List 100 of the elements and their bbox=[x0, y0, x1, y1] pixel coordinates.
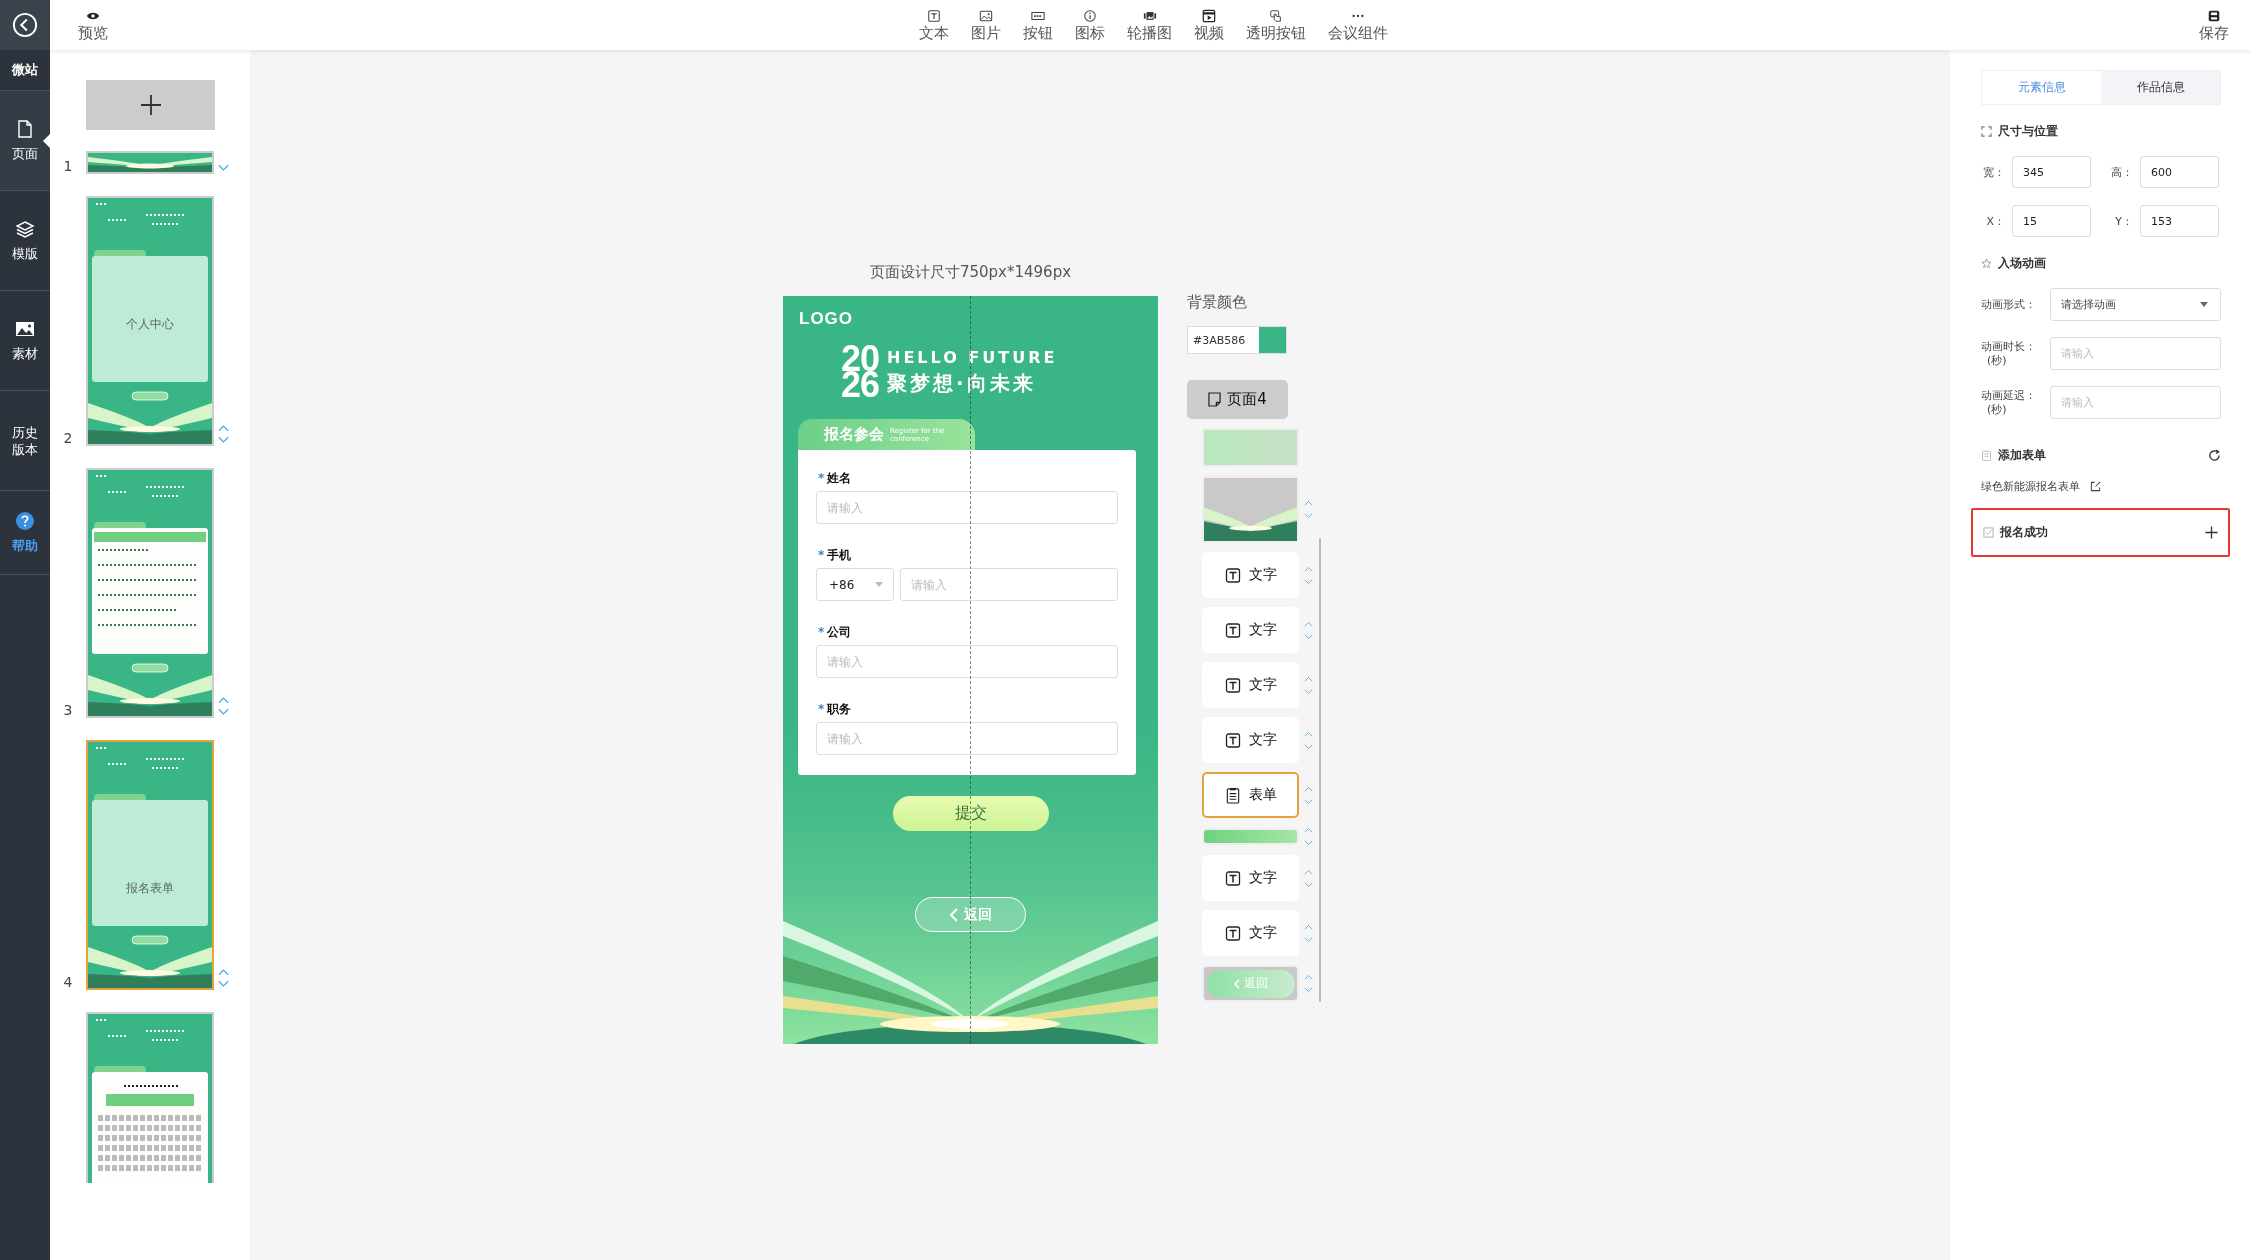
canvas-size-caption: 页面设计尺寸750px*1496px bbox=[869, 262, 1072, 282]
page-number: 2 bbox=[63, 430, 73, 446]
edit-icon[interactable] bbox=[2090, 481, 2101, 492]
country-code-select[interactable]: +86 bbox=[816, 568, 894, 601]
move-down-icon[interactable] bbox=[218, 708, 229, 716]
move-up-icon[interactable] bbox=[1303, 868, 1313, 875]
panel-tab[interactable]: 作品信息 bbox=[2101, 71, 2220, 104]
input-field[interactable]: 请输入 bbox=[816, 722, 1118, 755]
move-down-icon[interactable] bbox=[1303, 513, 1313, 519]
image-icon bbox=[979, 8, 993, 23]
thumbnail-caption: 个人中心 bbox=[125, 316, 175, 333]
caret-icon bbox=[875, 582, 883, 587]
background-color-label: 背景颜色 bbox=[1187, 292, 1248, 312]
plus-icon bbox=[138, 93, 163, 117]
plus-icon[interactable] bbox=[2205, 526, 2218, 539]
move-up-icon[interactable] bbox=[1303, 620, 1313, 627]
move-up-icon[interactable] bbox=[1303, 974, 1313, 980]
move-up-icon[interactable] bbox=[1303, 565, 1313, 572]
input-field[interactable]: 请输入 bbox=[2050, 337, 2221, 370]
field-label: 高： bbox=[2110, 164, 2134, 180]
move-up-icon[interactable] bbox=[1303, 923, 1313, 930]
move-down-icon[interactable] bbox=[1303, 798, 1313, 805]
move-up-icon[interactable] bbox=[1303, 785, 1313, 792]
page-thumbnail[interactable]: 个人中心 bbox=[86, 196, 214, 446]
color-field[interactable]: #3AB586 bbox=[1187, 326, 1287, 354]
input-field[interactable]: 请输入 bbox=[900, 568, 1118, 601]
move-down-icon[interactable] bbox=[1303, 936, 1313, 943]
field-label: Y： bbox=[2114, 213, 2134, 229]
text-icon bbox=[1224, 731, 1241, 749]
move-down-icon[interactable] bbox=[218, 436, 229, 444]
toolbar-button[interactable]: 轮播图 bbox=[1127, 8, 1172, 42]
required-mark: * bbox=[818, 471, 825, 485]
preview-button[interactable]: 预览 bbox=[78, 8, 108, 42]
required-mark: * bbox=[818, 625, 825, 639]
checkbox-icon bbox=[1983, 527, 1994, 538]
layer-item[interactable]: 文字 bbox=[1202, 855, 1299, 901]
text-icon bbox=[927, 8, 941, 23]
move-down-icon[interactable] bbox=[1303, 633, 1313, 640]
move-down-icon[interactable] bbox=[1303, 987, 1313, 993]
nav-item[interactable]: 页面 bbox=[0, 91, 50, 191]
layer-item[interactable]: 文字 bbox=[1202, 662, 1299, 708]
move-up-icon[interactable] bbox=[1303, 827, 1313, 833]
toolbar-button[interactable]: 图片 bbox=[971, 8, 1001, 42]
move-up-icon[interactable] bbox=[1303, 675, 1313, 682]
input-field[interactable]: 请输入 bbox=[816, 645, 1118, 678]
field-label: 动画延迟： bbox=[1981, 388, 2036, 403]
form-name: 绿色新能源报名表单 bbox=[1981, 479, 2080, 494]
section-title: 尺寸与位置 bbox=[1998, 123, 2058, 139]
input-field[interactable]: 345 bbox=[2012, 156, 2091, 188]
layer-item[interactable]: 表单 bbox=[1202, 772, 1299, 818]
caret-icon bbox=[2200, 302, 2208, 307]
move-up-icon[interactable] bbox=[1303, 730, 1313, 737]
field-label: 宽： bbox=[1982, 164, 2006, 180]
toolbar-button[interactable]: 视频 bbox=[1194, 8, 1224, 42]
animation-select[interactable]: 请选择动画 bbox=[2050, 288, 2221, 321]
video-icon bbox=[1202, 8, 1216, 23]
page-number: 1 bbox=[63, 158, 73, 174]
save-button[interactable]: 保存 bbox=[2199, 8, 2229, 42]
layer-item[interactable]: 文字 bbox=[1202, 910, 1299, 956]
move-down-icon[interactable] bbox=[1303, 743, 1313, 750]
move-up-icon[interactable] bbox=[1303, 500, 1313, 506]
move-down-icon[interactable] bbox=[1303, 840, 1313, 846]
scrollbar[interactable] bbox=[1319, 538, 1321, 1002]
clipboard-icon bbox=[1224, 786, 1241, 804]
toolbar-button[interactable]: 文本 bbox=[919, 8, 949, 42]
field-label: 公司 bbox=[827, 625, 852, 639]
toolbar-button[interactable]: 图标 bbox=[1075, 8, 1105, 42]
layer-item[interactable]: 文字 bbox=[1202, 552, 1299, 598]
input-field[interactable]: 请输入 bbox=[2050, 386, 2221, 419]
move-up-icon[interactable] bbox=[218, 968, 229, 976]
input-field[interactable]: 600 bbox=[2140, 156, 2219, 188]
move-down-icon[interactable] bbox=[1303, 688, 1313, 695]
layer-item[interactable]: 文字 bbox=[1202, 607, 1299, 653]
move-down-icon[interactable] bbox=[218, 980, 229, 988]
input-field[interactable]: 请输入 bbox=[816, 491, 1118, 524]
page-button[interactable]: 页面4 bbox=[1187, 380, 1288, 419]
field-label: 姓名 bbox=[827, 471, 852, 485]
move-down-icon[interactable] bbox=[1303, 578, 1313, 585]
required-mark: * bbox=[818, 548, 825, 562]
move-up-icon[interactable] bbox=[218, 696, 229, 704]
refresh-icon[interactable] bbox=[2208, 448, 2221, 462]
page-number: 4 bbox=[63, 974, 73, 990]
move-up-icon[interactable] bbox=[218, 424, 229, 432]
layer-item[interactable]: 文字 bbox=[1202, 717, 1299, 763]
toolbar-button[interactable]: 会议组件 bbox=[1328, 8, 1388, 42]
move-down-icon[interactable] bbox=[1303, 881, 1313, 888]
toolbar-button[interactable]: 透明按钮 bbox=[1246, 8, 1306, 42]
move-down-icon[interactable] bbox=[218, 164, 229, 172]
page-icon bbox=[1208, 392, 1222, 407]
page-thumbnail[interactable]: 报名表单 bbox=[86, 740, 214, 990]
toolbar-button[interactable]: 按钮 bbox=[1023, 8, 1053, 42]
text-icon bbox=[1224, 924, 1241, 942]
input-field[interactable]: 153 bbox=[2140, 205, 2219, 237]
success-row[interactable]: 报名成功 bbox=[1971, 508, 2230, 557]
page-number: 3 bbox=[63, 702, 73, 718]
color-swatch[interactable] bbox=[1259, 327, 1286, 353]
submit-button[interactable]: 提交 bbox=[892, 796, 1049, 831]
back-icon[interactable] bbox=[12, 12, 38, 38]
year-text: 20 bbox=[841, 346, 880, 372]
input-field[interactable]: 15 bbox=[2012, 205, 2091, 237]
